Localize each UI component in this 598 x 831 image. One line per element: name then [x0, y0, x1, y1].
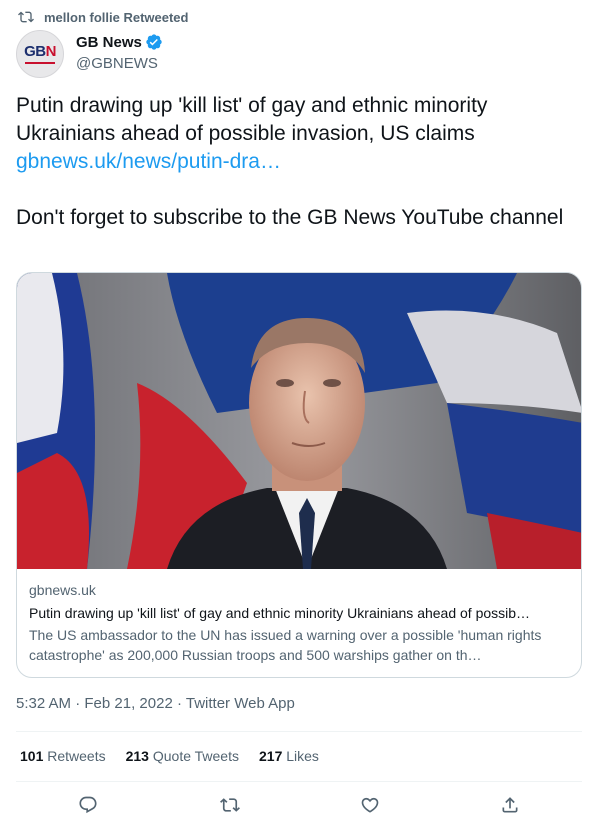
retweets-label: Retweets [47, 748, 106, 764]
retweets-count: 101 [20, 748, 44, 764]
card-domain: gbnews.uk [29, 582, 96, 598]
card-title: Putin drawing up 'kill list' of gay and … [29, 605, 531, 621]
link-preview-card[interactable]: gbnews.uk Putin drawing up 'kill list' o… [16, 272, 582, 678]
card-image[interactable] [17, 273, 581, 569]
likes-stat[interactable]: 217 Likes [259, 748, 319, 764]
retweet-icon [18, 9, 34, 25]
author-display-name-row[interactable]: GB News [76, 33, 163, 51]
like-button[interactable] [359, 794, 381, 816]
divider-bottom [16, 781, 582, 782]
tweet-text: Putin drawing up 'kill list' of gay and … [16, 92, 576, 232]
retweet-context[interactable]: mellon follie Retweeted [18, 8, 188, 26]
heart-icon [361, 797, 379, 813]
avatar-logo: GBN [24, 43, 56, 60]
reply-button[interactable] [77, 794, 99, 816]
author-display-name[interactable]: GB News [76, 34, 142, 51]
card-body: gbnews.uk Putin drawing up 'kill list' o… [17, 569, 581, 665]
share-icon [502, 797, 518, 813]
avatar-logo-underline [25, 62, 55, 64]
tweet-actions [0, 794, 598, 822]
retweet-context-text: mellon follie Retweeted [44, 9, 189, 25]
quote-tweets-stat[interactable]: 213 Quote Tweets [126, 748, 239, 764]
tweet-time[interactable]: 5:32 AM [16, 695, 71, 712]
likes-label: Likes [286, 748, 319, 764]
tweet-date[interactable]: Feb 21, 2022 [84, 695, 172, 712]
card-description: The US ambassador to the UN has issued a… [29, 627, 542, 663]
tweet-client: Twitter Web App [185, 695, 295, 712]
tweet-text-paragraph-2: Don't forget to subscribe to the GB News… [16, 206, 564, 229]
share-button[interactable] [499, 794, 521, 816]
quote-tweets-label: Quote Tweets [152, 748, 239, 764]
article-photo [17, 273, 581, 569]
retweets-stat[interactable]: 101 Retweets [20, 748, 106, 764]
avatar[interactable]: GBN [16, 30, 64, 78]
retweet-icon [220, 798, 240, 812]
likes-count: 217 [259, 748, 283, 764]
divider-top [16, 731, 582, 732]
verified-badge-icon [145, 33, 163, 51]
meta-separator: · [75, 695, 81, 712]
tweet-headline: Putin drawing up 'kill list' of gay and … [16, 94, 488, 145]
tweet-stats: 101 Retweets 213 Quote Tweets 217 Likes [20, 748, 339, 764]
author-handle[interactable]: @GBNEWS [76, 55, 163, 72]
tweet-text-paragraph-1: Putin drawing up 'kill list' of gay and … [16, 92, 576, 176]
reply-icon [79, 796, 97, 814]
tweet-meta: 5:32 AM · Feb 21, 2022 · Twitter Web App [16, 695, 295, 712]
author-names: GB News @GBNEWS [76, 33, 163, 72]
meta-separator-2: · [176, 695, 182, 712]
quote-tweets-count: 213 [125, 748, 149, 764]
tweet-link[interactable]: gbnews.uk/news/putin-dra… [16, 148, 576, 176]
tweet-author: GBN GB News @GBNEWS [16, 30, 163, 78]
retweet-button[interactable] [219, 794, 241, 816]
